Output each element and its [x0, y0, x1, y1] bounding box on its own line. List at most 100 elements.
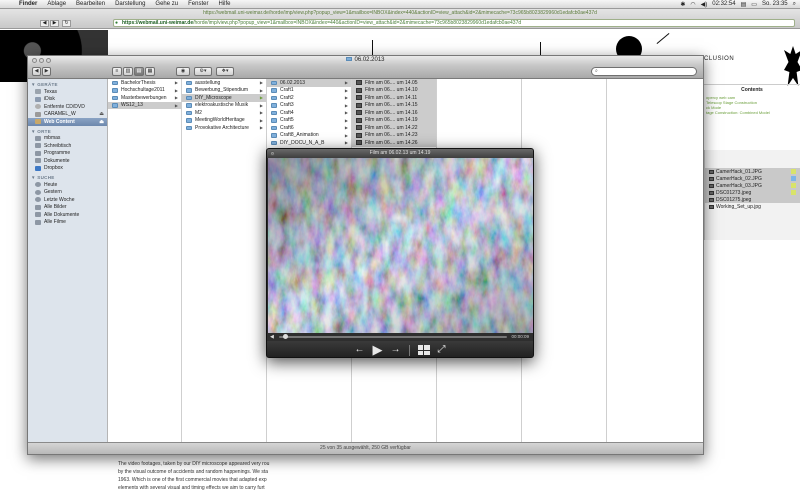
file-row[interactable]: DSC01273.jpeg [705, 189, 800, 196]
sidebar-section-header[interactable]: ▼ ORTE [28, 126, 107, 135]
action-gear-icon[interactable]: ⚙▾ [194, 67, 212, 76]
wifi-icon[interactable]: ◠ [690, 1, 695, 8]
quicklook-eye-icon[interactable]: ◉ [176, 67, 190, 76]
folder-row[interactable]: Craft2 ▶ [267, 94, 351, 102]
folder-row[interactable]: BachelorThesis ▶ [108, 79, 181, 87]
file-row[interactable]: Working_Set_up.jpg [705, 203, 800, 210]
sidebar-section-header[interactable]: ▼ SUCHE [28, 172, 107, 181]
folder-row[interactable]: Craft4 ▶ [267, 109, 351, 117]
sidebar-item-all-documents[interactable]: Alle Dokumente [28, 211, 107, 219]
browser-forward-icon[interactable]: ▶ [50, 20, 59, 27]
sidebar-item-idisk[interactable]: iDisk [28, 96, 107, 104]
folder-row[interactable]: Craft3 ▶ [267, 102, 351, 110]
folder-row[interactable]: Craft6 ▶ [267, 124, 351, 132]
folder-row[interactable]: Craft1 ▶ [267, 87, 351, 95]
menu-fenster[interactable]: Fenster [183, 1, 213, 7]
folder-row-selected[interactable]: WS12_13 ▶ [108, 101, 181, 109]
folder-row[interactable]: Provokative Architecture ▶ [182, 124, 266, 132]
browser-back-icon[interactable]: ◀ [40, 20, 49, 27]
video-frame[interactable] [268, 158, 534, 333]
movie-file-row[interactable]: Film am 06.... um 14.05 [352, 79, 436, 87]
sidebar-item-dropbox[interactable]: Dropbox [28, 165, 107, 173]
browser-reload-icon[interactable]: ↻ [62, 20, 71, 27]
movie-file-row[interactable]: Film am 06.... um 14.16 [352, 109, 436, 117]
sidebar-item-caramel[interactable]: CARAMEL_W ⏏ [28, 111, 107, 119]
folder-row[interactable]: ausstellung ▶ [182, 79, 266, 87]
scrubber-knob[interactable] [283, 334, 289, 339]
folder-row[interactable]: MeetingWorldHeritage ▶ [182, 117, 266, 125]
file-row[interactable]: CamerHack_02.JPG [705, 175, 800, 182]
file-row[interactable]: DSC01275.jpeg [705, 196, 800, 203]
menu-hilfe[interactable]: Hilfe [213, 1, 235, 7]
sidebar-item-all-images[interactable]: Alle Bilder [28, 204, 107, 212]
folder-row[interactable]: elektroakustische Musik ▶ [182, 102, 266, 110]
eject-icon[interactable]: ⏏ [99, 119, 104, 125]
list-view-button[interactable]: ▥ [123, 67, 133, 76]
menu-bearbeiten[interactable]: Bearbeiten [71, 1, 110, 7]
icon-view-button[interactable]: ≡ [112, 67, 122, 76]
folder-row[interactable]: Craft8_Animation ▶ [267, 132, 351, 140]
folder-row[interactable]: Craft5 ▶ [267, 117, 351, 125]
movie-file-row[interactable]: Film am 06.... um 14.22 [352, 124, 436, 132]
coverflow-view-button[interactable]: ▦ [145, 67, 155, 76]
bluetooth-icon[interactable]: ✱ [680, 1, 685, 8]
menu-clock[interactable]: So. 23:35 [762, 1, 788, 7]
index-sheet-icon[interactable] [417, 345, 430, 355]
sidebar-item-texas[interactable]: Texas [28, 88, 107, 96]
movie-file-row[interactable]: Film am 06.... um 14.26 [352, 139, 436, 147]
finder-title-bar[interactable]: 06.02.2013 [28, 56, 703, 65]
movie-file-row[interactable]: Film am 06.... um 14.19 [352, 116, 436, 124]
menu-finder[interactable]: Finder [14, 1, 42, 7]
movie-file-row[interactable]: Film am 06.... um 14.11 [352, 94, 436, 102]
previous-arrow-icon[interactable]: ← [355, 345, 365, 355]
sidebar-item-home[interactable]: mbmas [28, 135, 107, 143]
sidebar-section-header[interactable]: ▼ GERÄTE [28, 79, 107, 88]
sidebar-item-desktop[interactable]: Schreibtisch [28, 142, 107, 150]
folder-row[interactable]: Bewerbung_Stipendium ▶ [182, 87, 266, 95]
file-row[interactable]: CamerHack_03.JPG [705, 182, 800, 189]
sidebar-item-today[interactable]: Heute [28, 181, 107, 189]
sidebar-item-web-content[interactable]: Web Content ⏏ [28, 118, 107, 126]
minimize-window-button[interactable] [39, 58, 44, 63]
battery-icon[interactable]: ▭ [751, 1, 757, 8]
movie-file-row[interactable]: Film am 06.... um 14.10 [352, 86, 436, 94]
spotlight-icon[interactable]: ⌕ [793, 1, 796, 8]
dropbox-menu-icon[interactable]: ❖▾ [216, 67, 234, 76]
playback-scrubber[interactable]: ◀ 00:00:09 [267, 333, 533, 341]
menu-gehe-zu[interactable]: Gehe zu [150, 1, 183, 7]
close-window-button[interactable] [32, 58, 37, 63]
folder-row[interactable]: Masterbewerbungen ▶ [108, 94, 181, 102]
contents-link[interactable]: tage Construction: Combined Model [704, 110, 800, 115]
folder-row[interactable]: DIY_DOCU_N_A_B ▶ [267, 139, 351, 147]
timer-clock[interactable]: 02:32:54 [712, 1, 735, 7]
fullscreen-icon[interactable]: ⤢ [438, 345, 446, 355]
search-input[interactable]: ⌕ [591, 67, 697, 76]
play-icon[interactable]: ▶ [373, 343, 383, 356]
file-row[interactable]: CamerHack_01.JPG [705, 168, 800, 175]
close-icon[interactable]: × [270, 151, 275, 156]
player-title[interactable]: Film am 06.02.13 um 14.19 [267, 149, 533, 158]
folder-row[interactable]: M2 ▶ [182, 109, 266, 117]
sidebar-item-remote-cd[interactable]: Entfernte CD/DVD [28, 103, 107, 111]
small-play-icon[interactable]: ◀ [270, 334, 274, 340]
next-arrow-icon[interactable]: → [391, 345, 401, 355]
eject-icon[interactable]: ⏏ [99, 111, 104, 117]
menu-ablage[interactable]: Ablage [42, 1, 71, 7]
forward-button[interactable]: ▶ [42, 67, 51, 76]
sidebar-item-applications[interactable]: Programme [28, 150, 107, 158]
movie-file-row[interactable]: Film am 06.... um 14.23 [352, 131, 436, 139]
menu-darstellung[interactable]: Darstellung [110, 1, 150, 7]
sidebar-item-yesterday[interactable]: Gestern [28, 189, 107, 197]
back-button[interactable]: ◀ [32, 67, 41, 76]
browser-url-bar[interactable]: ● https://webmail.uni-weimar.de/horde/im… [113, 19, 795, 27]
folder-row[interactable]: Hochschultage2011 ▶ [108, 87, 181, 95]
folder-row-selected[interactable]: DIY_Microscope ▶ [182, 94, 266, 102]
sidebar-item-all-movies[interactable]: Alle Filme [28, 219, 107, 227]
folder-row-selected[interactable]: 06.02.2013 ▶ [267, 79, 351, 87]
sidebar-item-last-week[interactable]: Letzte Woche [28, 196, 107, 204]
volume-icon[interactable]: ◀) [701, 1, 708, 8]
movie-file-row[interactable]: Film am 06.... um 14.15 [352, 101, 436, 109]
zoom-window-button[interactable] [46, 58, 51, 63]
scrubber-track[interactable] [279, 336, 507, 338]
column-view-button[interactable]: ▤ [134, 67, 144, 76]
